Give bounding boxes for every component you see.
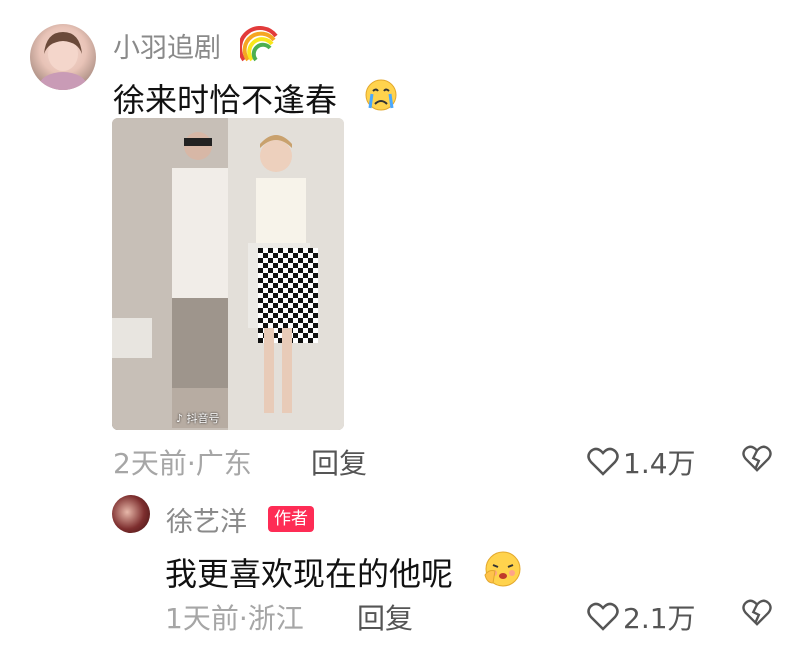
like-count: 1.4万: [623, 447, 696, 480]
watermark-text: 抖音号: [186, 412, 220, 425]
reply-time-location-text: 1天前·浙江: [165, 602, 304, 635]
photo-watermark: ♪ 抖音号: [176, 410, 220, 426]
comment-text-value: 徐来时恰不逢春: [113, 81, 338, 119]
like-button[interactable]: 1.4万: [587, 442, 696, 482]
reply-time-location: 1天前·浙江: [165, 597, 304, 637]
reply-text: 我更喜欢现在的他呢: [165, 549, 453, 595]
reply-like-count: 2.1万: [623, 602, 696, 635]
time-location-text: 2天前·广东: [113, 447, 252, 480]
comment-username[interactable]: 小羽追剧: [113, 26, 221, 65]
author-badge-text: 作者: [274, 509, 308, 529]
comment-time-location: 2天前·广东: [113, 442, 252, 482]
reply-text-value: 我更喜欢现在的他呢: [165, 555, 454, 593]
comment-text: 徐来时恰不逢春: [113, 75, 337, 121]
broken-heart-icon[interactable]: [742, 599, 772, 627]
reply-reply-button[interactable]: 回复: [357, 597, 413, 637]
username-text[interactable]: 小羽追剧: [113, 33, 221, 64]
reply-username-text[interactable]: 徐艺洋: [166, 507, 247, 538]
reply-avatar[interactable]: [112, 495, 150, 533]
photo-left-panel: [112, 118, 228, 430]
comment-photo[interactable]: ♪ 抖音号: [112, 118, 344, 430]
reply-button[interactable]: 回复: [311, 442, 367, 482]
dislike-button[interactable]: [742, 445, 772, 477]
reply-dislike-button[interactable]: [742, 599, 772, 631]
crying-face-icon: [364, 78, 398, 116]
broken-heart-icon[interactable]: [742, 445, 772, 473]
reply-label[interactable]: 回复: [311, 447, 367, 480]
rainbow-icon: [238, 26, 280, 66]
photo-right-panel: [228, 118, 344, 430]
reply-username[interactable]: 徐艺洋: [166, 500, 247, 539]
heart-icon[interactable]: [587, 602, 619, 632]
avatar[interactable]: [30, 24, 96, 90]
tiktok-logo-icon: ♪: [176, 412, 184, 425]
heart-icon[interactable]: [587, 447, 619, 477]
author-badge: 作者: [268, 506, 314, 532]
reply-like-button[interactable]: 2.1万: [587, 597, 696, 637]
shy-face-icon: [483, 549, 523, 591]
reply-reply-label[interactable]: 回复: [357, 602, 413, 635]
